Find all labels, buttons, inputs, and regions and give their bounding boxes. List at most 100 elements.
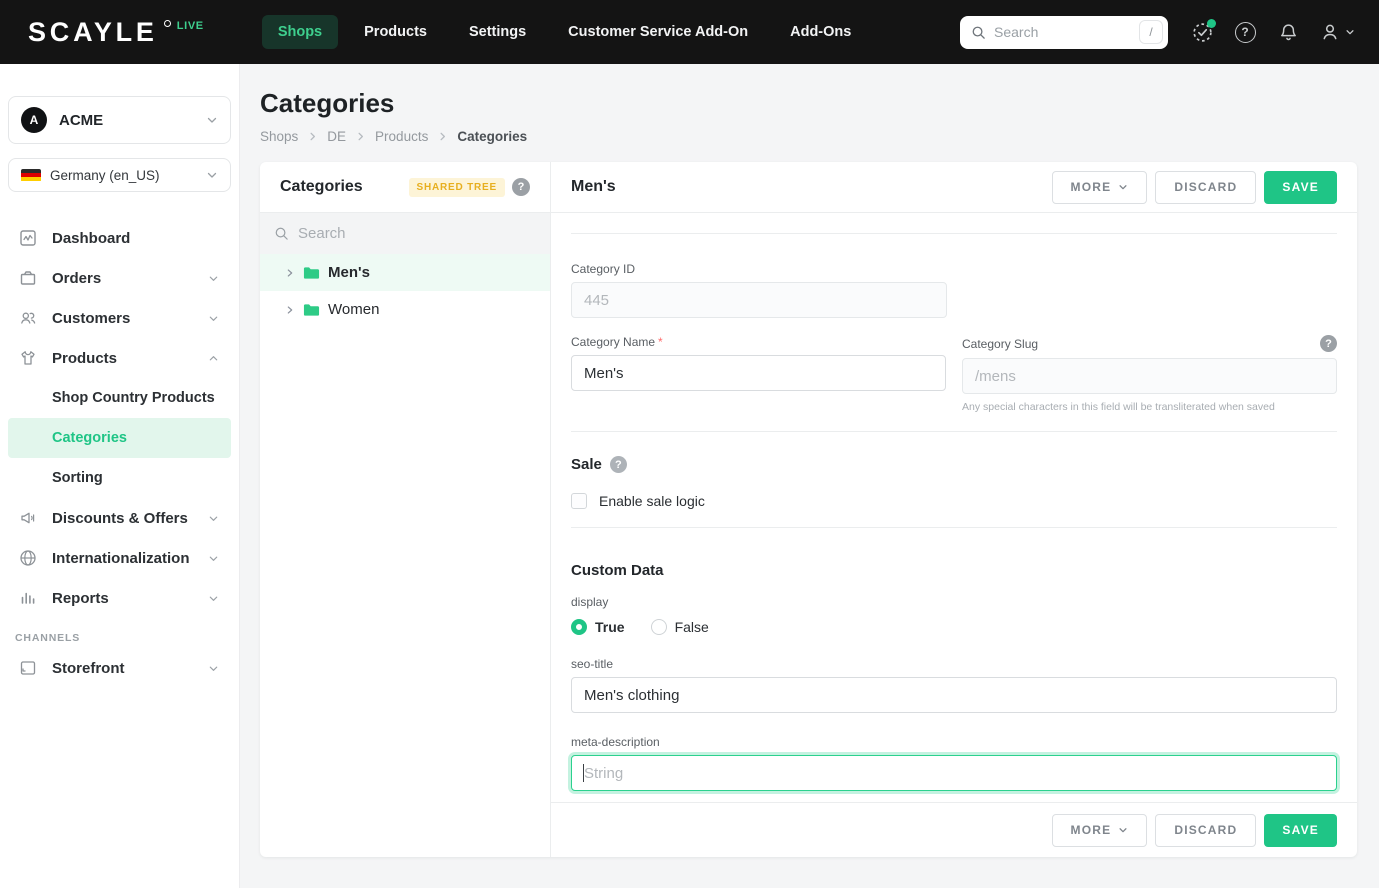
text-cursor xyxy=(583,764,584,782)
tree-help-icon[interactable]: ? xyxy=(512,178,530,196)
seo-title-field[interactable] xyxy=(571,677,1337,713)
global-search-input[interactable] xyxy=(994,24,1131,40)
megaphone-icon xyxy=(18,508,38,528)
breadcrumb-products[interactable]: Products xyxy=(375,129,428,144)
radio-selected[interactable] xyxy=(571,619,587,635)
channels-section-label: CHANNELS xyxy=(15,632,81,644)
meta-description-label: meta-description xyxy=(571,735,660,749)
sidebar-item-reports[interactable]: Reports xyxy=(8,578,231,618)
sidebar-item-products[interactable]: Products xyxy=(8,338,231,378)
search-shortcut-key: / xyxy=(1139,20,1163,44)
category-name-field[interactable] xyxy=(571,355,946,391)
more-button-footer[interactable]: MORE xyxy=(1051,813,1148,847)
chevron-down-icon xyxy=(1119,828,1127,833)
breadcrumb-categories: Categories xyxy=(457,129,528,144)
sidebar-item-categories[interactable]: Categories xyxy=(8,418,231,458)
chevron-right-icon[interactable] xyxy=(285,305,295,315)
locale-selector[interactable]: Germany (en_US) xyxy=(8,158,231,192)
nav-shops[interactable]: Shops xyxy=(261,15,339,49)
topbar-icons: ? xyxy=(1190,19,1355,44)
category-tree-panel: Categories SHARED TREE ? Men's Women xyxy=(260,162,551,857)
main-content: Categories Shops DE Products Categories … xyxy=(240,64,1379,888)
chevron-down-icon xyxy=(206,169,218,181)
sidebar-item-orders[interactable]: Orders xyxy=(8,258,231,298)
chevron-up-icon xyxy=(208,353,219,364)
detail-title: Men's xyxy=(571,178,616,195)
nav-products[interactable]: Products xyxy=(348,15,443,49)
storefront-screen-icon xyxy=(18,658,38,678)
tree-item-women[interactable]: Women xyxy=(260,291,550,328)
chevron-down-icon xyxy=(208,513,219,524)
sale-section-title: Sale ? xyxy=(571,456,1337,473)
search-icon xyxy=(275,227,288,240)
radio-option-false[interactable]: False xyxy=(650,619,709,635)
sidebar-item-sorting[interactable]: Sorting xyxy=(8,458,231,498)
system-status-icon[interactable] xyxy=(1190,19,1216,44)
germany-flag-icon xyxy=(21,168,41,182)
discard-button[interactable]: DISCARD xyxy=(1155,170,1257,204)
orders-box-icon xyxy=(18,268,38,288)
category-id-label: Category ID xyxy=(571,262,636,276)
sidebar-item-dashboard[interactable]: Dashboard xyxy=(8,218,231,258)
save-button[interactable]: SAVE xyxy=(1264,170,1337,204)
radio-unselected[interactable] xyxy=(650,619,667,635)
nav-customer-service-add-on[interactable]: Customer Service Add-On xyxy=(552,15,764,49)
account-menu[interactable] xyxy=(1319,21,1355,43)
sidebar-item-shop-country-products[interactable]: Shop Country Products xyxy=(8,378,231,418)
sidebar-item-storefront[interactable]: Storefront xyxy=(8,648,231,688)
category-name-label: Category Name * xyxy=(571,335,663,349)
discard-button-footer[interactable]: DISCARD xyxy=(1155,813,1257,847)
scayle-logo[interactable]: SCAYLE LIVE xyxy=(28,18,204,46)
radio-option-true[interactable]: True xyxy=(571,619,625,635)
live-badge: LIVE xyxy=(176,19,204,32)
slug-help-icon[interactable]: ? xyxy=(1320,335,1337,352)
tshirt-icon xyxy=(18,348,38,368)
org-selector[interactable]: A ACME xyxy=(8,96,231,144)
category-slug-field xyxy=(962,358,1337,394)
status-dot xyxy=(1207,19,1216,28)
divider xyxy=(571,527,1337,528)
custom-data-section-title: Custom Data xyxy=(571,562,664,579)
chevron-right-icon xyxy=(355,131,366,142)
checkbox-unchecked[interactable] xyxy=(571,493,587,509)
divider xyxy=(571,431,1337,432)
nav-settings[interactable]: Settings xyxy=(453,15,542,49)
sidebar-item-customers[interactable]: Customers xyxy=(8,298,231,338)
global-search[interactable]: / xyxy=(960,15,1168,49)
chevron-down-icon xyxy=(208,273,219,284)
customers-icon xyxy=(18,308,38,328)
chevron-right-icon[interactable] xyxy=(285,268,295,278)
category-slug-label: Category Slug ? xyxy=(962,335,1337,352)
save-button-footer[interactable]: SAVE xyxy=(1264,813,1337,847)
chevron-down-icon xyxy=(208,663,219,674)
sidebar: A ACME Germany (en_US) Dashboard Orders … xyxy=(0,64,240,888)
locale-label: Germany (en_US) xyxy=(50,167,160,183)
help-icon[interactable]: ? xyxy=(1233,20,1257,44)
breadcrumb-de[interactable]: DE xyxy=(327,129,346,144)
folder-icon xyxy=(303,303,320,317)
tree-title: Categories xyxy=(280,178,363,195)
notifications-bell-icon[interactable] xyxy=(1276,20,1300,44)
shared-tree-badge: SHARED TREE xyxy=(408,177,505,197)
tree-item-mens[interactable]: Men's xyxy=(260,254,550,291)
chevron-down-icon xyxy=(208,593,219,604)
breadcrumb: Shops DE Products Categories xyxy=(260,129,1379,144)
tree-search-input[interactable] xyxy=(298,225,536,242)
meta-description-field[interactable] xyxy=(571,755,1337,791)
category-id-field xyxy=(571,282,947,318)
org-avatar: A xyxy=(21,107,47,133)
more-button[interactable]: MORE xyxy=(1051,170,1148,204)
slug-helper-text: Any special characters in this field wil… xyxy=(962,401,1275,413)
nav-add-ons[interactable]: Add-Ons xyxy=(774,15,867,49)
bar-chart-icon xyxy=(18,588,38,608)
sale-help-icon[interactable]: ? xyxy=(609,456,627,473)
sidebar-item-discounts-offers[interactable]: Discounts & Offers xyxy=(8,498,231,538)
enable-sale-logic-checkbox-row[interactable]: Enable sale logic xyxy=(571,493,1337,509)
breadcrumb-shops[interactable]: Shops xyxy=(260,129,298,144)
dashboard-icon xyxy=(18,228,38,248)
sidebar-item-internationalization[interactable]: Internationalization xyxy=(8,538,231,578)
display-label: display xyxy=(571,595,609,609)
chevron-down-icon xyxy=(1119,185,1127,190)
globe-icon xyxy=(18,548,38,568)
tree-search[interactable] xyxy=(260,213,550,254)
